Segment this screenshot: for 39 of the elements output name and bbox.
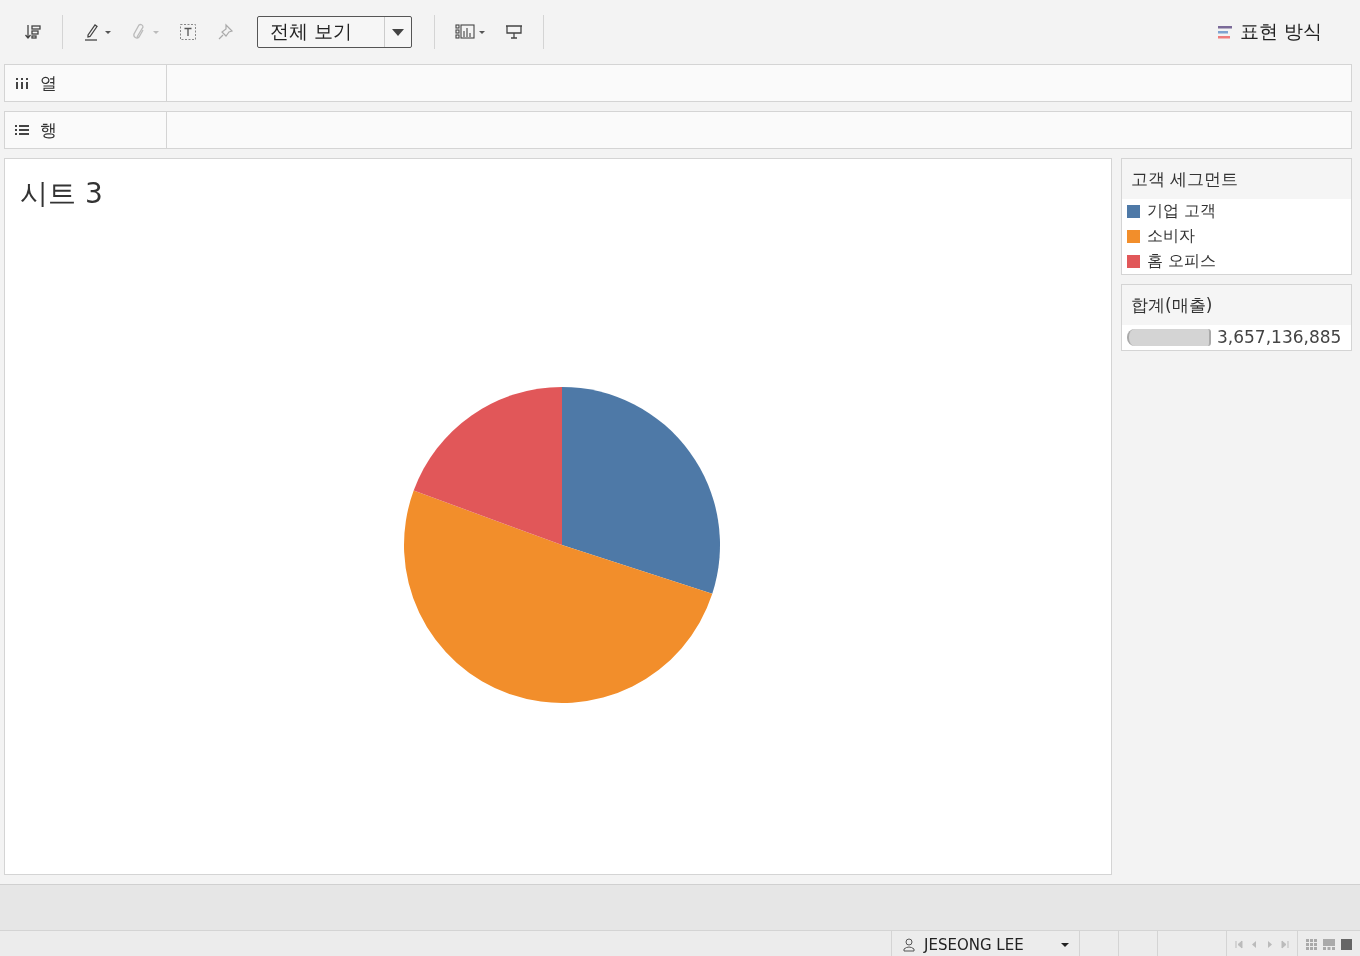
- person-icon: [902, 936, 916, 953]
- legend-label: 기업 고객: [1147, 201, 1217, 222]
- legend-label: 홈 오피스: [1147, 251, 1217, 272]
- first-icon: [1235, 940, 1244, 949]
- bar-chart-icon: [1217, 23, 1232, 41]
- sort-icon: [24, 23, 42, 41]
- presentation-icon: [505, 23, 523, 41]
- first-page-button[interactable]: [1235, 940, 1244, 949]
- sheet-title: 시트 3: [20, 176, 103, 212]
- single-view-button[interactable]: [1341, 939, 1352, 950]
- shelf-label: 열: [40, 71, 57, 95]
- caret-icon: [1061, 942, 1069, 947]
- shelf-label: 행: [40, 118, 57, 142]
- right-triangle-icon: [1265, 940, 1274, 949]
- caret-icon: [105, 30, 111, 34]
- last-page-button[interactable]: [1280, 940, 1289, 949]
- last-icon: [1280, 940, 1289, 949]
- user-menu[interactable]: JESEONG LEE: [891, 931, 1079, 956]
- left-triangle-icon: [1250, 940, 1259, 949]
- filmstrip-view-button[interactable]: [1323, 939, 1335, 950]
- grid-icon: [1306, 939, 1317, 950]
- pencil-icon: [83, 23, 101, 41]
- legend-title: 합계(매출): [1122, 285, 1351, 325]
- legend-value: 3,657,136,885: [1217, 327, 1342, 347]
- filmstrip-icon: [1323, 939, 1335, 950]
- fit-dropdown[interactable]: 전체 보기: [257, 16, 412, 48]
- next-page-button[interactable]: [1265, 940, 1274, 949]
- text-box-icon: [179, 23, 197, 41]
- pin-icon: [217, 23, 235, 41]
- legend-label: 소비자: [1147, 226, 1195, 247]
- grid-view-button[interactable]: [1306, 939, 1317, 950]
- show-me-button[interactable]: 표현 방식: [1211, 18, 1328, 46]
- caret-icon: [479, 30, 485, 34]
- caret-icon: [392, 28, 404, 36]
- square-icon: [1341, 939, 1352, 950]
- legend-title: 고객 세그먼트: [1122, 159, 1351, 199]
- previous-page-button[interactable]: [1250, 940, 1259, 949]
- caret-icon: [153, 30, 159, 34]
- bar-chart-icon: [455, 23, 475, 41]
